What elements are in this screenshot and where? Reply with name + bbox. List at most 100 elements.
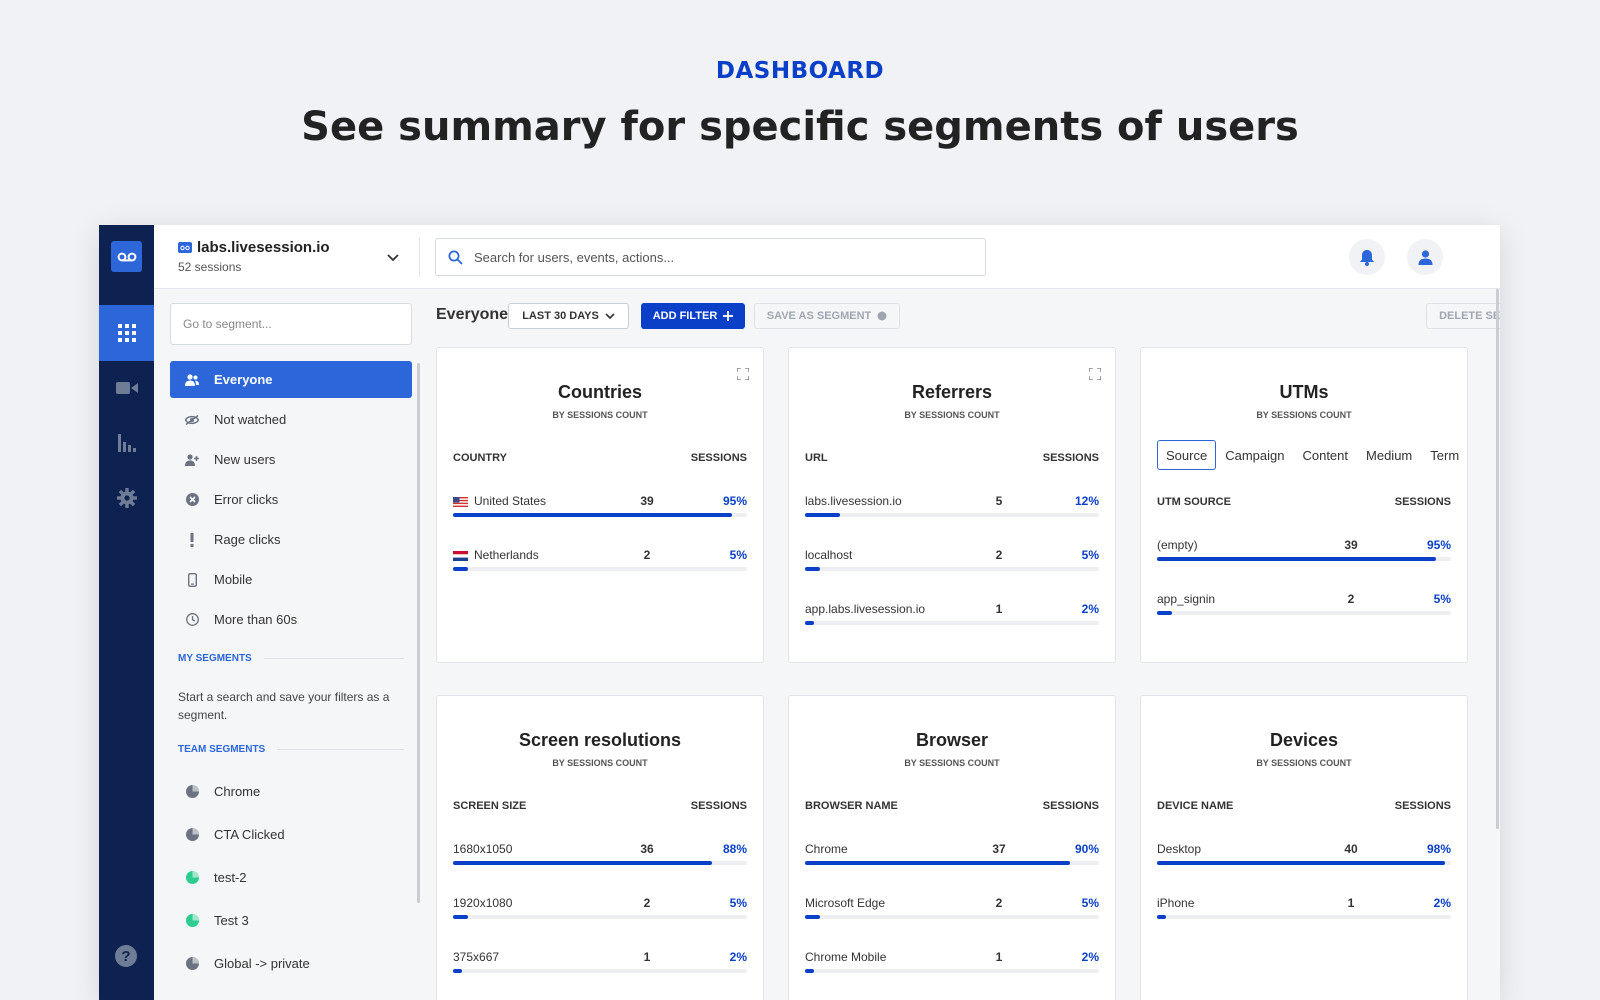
table-row[interactable]: iPhone 1 2%: [1157, 896, 1451, 926]
pie-chart-icon: [170, 914, 214, 927]
progress-track: [805, 513, 1099, 517]
search-input[interactable]: [474, 239, 974, 275]
expand-icon[interactable]: [736, 367, 750, 385]
expand-icon[interactable]: [1088, 367, 1102, 385]
delete-segment-button[interactable]: DELETE SEGMENT: [1426, 303, 1500, 329]
user-plus-icon: [170, 453, 214, 466]
row-percent: 2%: [729, 950, 747, 964]
account-button[interactable]: [1407, 239, 1443, 275]
row-label: Netherlands: [474, 548, 539, 562]
nav-sessions[interactable]: [99, 368, 154, 408]
progress-fill: [805, 513, 841, 517]
utm-tab-content[interactable]: Content: [1293, 440, 1357, 470]
row-count: 36: [640, 842, 654, 856]
card-subtitle: BY SESSIONS COUNT: [1256, 410, 1352, 420]
table-row[interactable]: app_signin 2 5%: [1157, 592, 1451, 622]
progress-track: [1157, 611, 1451, 615]
table-row[interactable]: app.labs.livesession.io 1 2%: [805, 602, 1099, 632]
segment-item-label: Not watched: [214, 412, 287, 427]
table-row[interactable]: 1680x1050 36 88%: [453, 842, 747, 872]
segment-item-new-users[interactable]: New users: [170, 441, 412, 478]
progress-track: [1157, 915, 1451, 919]
table-row[interactable]: Chrome Mobile 1 2%: [805, 950, 1099, 980]
segment-item-not-watched[interactable]: Not watched: [170, 401, 412, 438]
progress-track: [805, 915, 1099, 919]
save-as-segment-button[interactable]: SAVE AS SEGMENT: [754, 303, 900, 329]
utm-tab-source[interactable]: Source: [1157, 440, 1217, 470]
table-row[interactable]: localhost 2 5%: [805, 548, 1099, 578]
row-percent: 5%: [729, 548, 747, 562]
site-session-count: 52 sessions: [178, 260, 242, 274]
chevron-down-icon: [605, 312, 615, 319]
row-count: 1: [995, 602, 1003, 616]
team-segment-item[interactable]: Chrome: [170, 773, 412, 810]
row-label: (empty): [1157, 538, 1198, 552]
add-filter-button[interactable]: ADD FILTER: [641, 303, 745, 329]
segment-item-everyone[interactable]: Everyone: [170, 361, 412, 398]
progress-track: [805, 969, 1099, 973]
search-icon: [448, 250, 463, 265]
main-scrollbar[interactable]: [1496, 289, 1499, 829]
utm-tab-campaign[interactable]: Campaign: [1216, 440, 1293, 470]
table-row[interactable]: Netherlands 2 5%: [453, 548, 747, 578]
column-header-label: DEVICE NAME: [1157, 800, 1234, 812]
team-segment-item[interactable]: CTA Clicked: [170, 816, 412, 853]
segment-item-mobile[interactable]: Mobile: [170, 561, 412, 598]
site-name: labs.livesession.io: [197, 239, 330, 256]
progress-fill: [805, 621, 814, 625]
utm-tab-medium[interactable]: Medium: [1357, 440, 1421, 470]
current-segment-title: Everyone: [436, 306, 509, 323]
clock-icon: [170, 613, 214, 626]
card-subtitle: BY SESSIONS COUNT: [904, 758, 1000, 768]
help-icon[interactable]: ?: [115, 945, 137, 967]
card-subtitle: BY SESSIONS COUNT: [552, 410, 648, 420]
table-row[interactable]: (empty) 39 95%: [1157, 538, 1451, 568]
team-segment-item[interactable]: test-2: [170, 859, 412, 896]
site-switcher[interactable]: labs.livesession.io 52 sessions: [178, 239, 330, 274]
table-row[interactable]: Desktop 40 98%: [1157, 842, 1451, 872]
segments-scrollbar[interactable]: [417, 363, 420, 903]
team-segment-label: Chrome: [214, 784, 261, 799]
pie-chart-icon: [170, 828, 214, 841]
team-segment-label: test-2: [214, 870, 247, 885]
my-segments-heading: MY SEGMENTS: [178, 653, 404, 664]
voicemail-logo-icon[interactable]: [111, 241, 142, 272]
table-row[interactable]: United States 39 95%: [453, 494, 747, 524]
notifications-button[interactable]: [1349, 239, 1385, 275]
gear-icon: [116, 488, 137, 508]
date-range-dropdown[interactable]: LAST 30 DAYS: [508, 303, 629, 329]
row-count: 1: [1347, 896, 1355, 910]
team-segment-item[interactable]: Global -> private: [170, 945, 412, 982]
table-header: URL SESSIONS: [805, 452, 1099, 464]
table-row[interactable]: Microsoft Edge 2 5%: [805, 896, 1099, 926]
team-segments-heading: TEAM SEGMENTS: [178, 744, 404, 755]
nav-settings[interactable]: [99, 478, 154, 518]
row-label: localhost: [805, 548, 853, 562]
row-percent: 5%: [729, 896, 747, 910]
row-label: Microsoft Edge: [805, 896, 886, 910]
progress-track: [453, 969, 747, 973]
segment-item-more-than-60s[interactable]: More than 60s: [170, 601, 412, 638]
card-title: Countries: [557, 382, 642, 402]
eye-off-icon: [170, 414, 214, 425]
table-row[interactable]: labs.livesession.io 5 12%: [805, 494, 1099, 524]
segment-item-error-clicks[interactable]: Error clicks: [170, 481, 412, 518]
utm-tab-term[interactable]: Term: [1421, 440, 1468, 470]
team-segment-item[interactable]: Test 3: [170, 902, 412, 939]
nav-dashboard[interactable]: [99, 305, 154, 361]
segment-item-rage-clicks[interactable]: Rage clicks: [170, 521, 412, 558]
row-percent: 5%: [1433, 592, 1451, 606]
column-header-sessions: SESSIONS: [690, 452, 747, 464]
row-label: iPhone: [1157, 896, 1195, 910]
card-title: Screen resolutions: [518, 730, 682, 750]
voicemail-badge-icon: [178, 242, 192, 253]
progress-fill: [453, 915, 468, 919]
nav-analytics[interactable]: [99, 423, 154, 463]
table-row[interactable]: 375x667 1 2%: [453, 950, 747, 980]
table-row[interactable]: 1920x1080 2 5%: [453, 896, 747, 926]
row-percent: 12%: [1074, 494, 1099, 508]
table-row[interactable]: Chrome 37 90%: [805, 842, 1099, 872]
chevron-down-icon[interactable]: [387, 249, 399, 267]
segment-search: [170, 303, 412, 345]
segment-search-input[interactable]: [171, 304, 411, 344]
